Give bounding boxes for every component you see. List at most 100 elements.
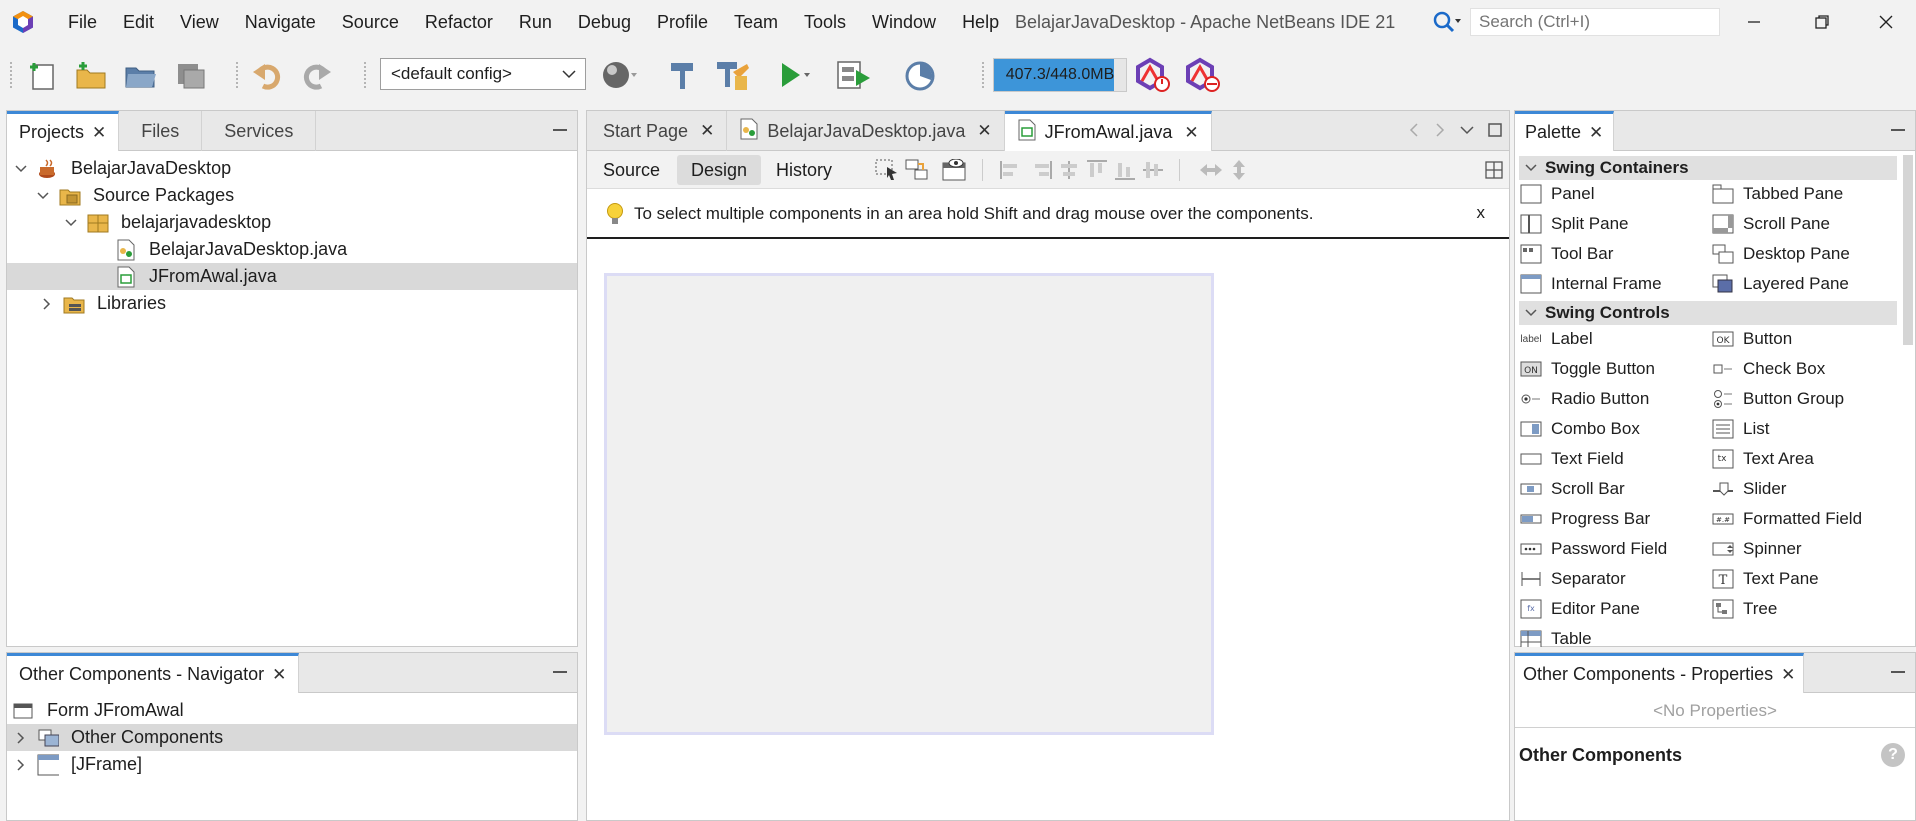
tree-item-file-belajarjavadesktop[interactable]: BelajarJavaDesktop.java [7,236,577,263]
menu-refactor[interactable]: Refactor [412,0,506,44]
palette-item-progress-bar[interactable]: Progress Bar [1519,505,1650,533]
minimize-panel-button[interactable] [553,129,567,131]
view-source-button[interactable]: Source [589,155,674,185]
chevron-down-icon[interactable] [1459,121,1475,139]
menu-file[interactable]: File [55,0,110,44]
palette-item-toggle-button[interactable]: ON Toggle Button [1519,355,1655,383]
close-icon[interactable]: ✕ [700,121,714,141]
scroll-left-icon[interactable] [1407,121,1421,139]
open-project-button[interactable] [122,56,160,94]
chevron-right-icon[interactable] [41,297,53,310]
palette-item-table[interactable]: Table [1519,625,1592,647]
tab-services[interactable]: Services [202,111,317,151]
tree-item-other-components[interactable]: Other Components [7,724,577,751]
tree-item-project[interactable]: BelajarJavaDesktop [7,155,577,182]
palette-item-list[interactable]: List [1711,415,1769,443]
tab-navigator[interactable]: Other Components - Navigator ✕ [7,653,300,693]
run-project-button[interactable] [774,56,812,94]
menu-help[interactable]: Help [949,0,1012,44]
new-project-button[interactable] [72,56,110,94]
tab-palette[interactable]: Palette ✕ [1515,111,1615,151]
view-design-button[interactable]: Design [677,155,762,185]
align-top-icon[interactable] [1085,159,1109,181]
minimize-window-button[interactable] [1724,0,1784,44]
palette-item-internal-frame[interactable]: Internal Frame [1519,270,1662,298]
close-icon[interactable]: ✕ [1589,123,1603,143]
toggle-grid-icon[interactable] [1485,159,1503,181]
align-right-icon[interactable] [1029,159,1053,181]
tab-start-page[interactable]: Start Page ✕ [587,111,728,151]
palette-item-editor-pane[interactable]: fx Editor Pane [1519,595,1640,623]
search-input[interactable] [1470,8,1720,36]
minimize-panel-button[interactable] [553,671,567,673]
close-window-button[interactable] [1856,0,1916,44]
undo-button[interactable] [248,56,286,94]
menu-debug[interactable]: Debug [565,0,644,44]
palette-item-radio-button[interactable]: Radio Button [1519,385,1649,413]
tab-projects[interactable]: Projects ✕ [7,111,120,151]
tree-item-file-jfromawal[interactable]: JFromAwal.java [7,263,577,290]
menu-profile[interactable]: Profile [644,0,721,44]
hint-close-button[interactable]: x [1477,203,1486,223]
tab-properties[interactable]: Other Components - Properties ✕ [1515,653,1805,693]
menu-run[interactable]: Run [506,0,565,44]
palette-item-button[interactable]: OK Button [1711,325,1792,353]
menu-team[interactable]: Team [721,0,791,44]
set-project-browser-button[interactable] [600,56,638,94]
align-bottom-icon[interactable] [1113,159,1137,181]
palette-item-formatted-field[interactable]: #.# Formatted Field [1711,505,1862,533]
build-project-button[interactable] [664,56,702,94]
take-snapshot-button[interactable] [1184,56,1222,94]
profile-project-button[interactable] [904,56,942,94]
close-icon[interactable]: ✕ [272,665,286,685]
preview-design-icon[interactable] [942,159,966,181]
palette-item-slider[interactable]: Slider [1711,475,1786,503]
center-horizontally-icon[interactable] [1057,159,1081,181]
palette-category-swing-containers[interactable]: Swing Containers [1519,156,1897,180]
palette-item-text-field[interactable]: Text Field [1519,445,1624,473]
menu-navigate[interactable]: Navigate [232,0,329,44]
chevron-down-icon[interactable] [15,163,27,175]
tree-item-source-packages[interactable]: Source Packages [7,182,577,209]
palette-item-text-area[interactable]: tx Text Area [1711,445,1814,473]
minimize-panel-button[interactable] [1891,129,1905,131]
close-icon[interactable]: ✕ [1184,123,1198,143]
menu-tools[interactable]: Tools [791,0,859,44]
center-vertically-icon[interactable] [1141,159,1165,181]
tree-item-package[interactable]: belajarjavadesktop [7,209,577,236]
palette-item-scroll-pane[interactable]: Scroll Pane [1711,210,1830,238]
chevron-right-icon[interactable] [15,731,27,744]
palette-item-button-group[interactable]: Button Group [1711,385,1844,413]
minimize-panel-button[interactable] [1891,671,1905,673]
chevron-down-icon[interactable] [65,217,77,229]
palette-item-check-box[interactable]: Check Box [1711,355,1825,383]
close-icon[interactable]: ✕ [92,123,106,143]
profile-ide-button[interactable] [1134,56,1172,94]
palette-category-swing-controls[interactable]: Swing Controls [1519,301,1897,325]
selection-mode-icon[interactable] [875,159,899,181]
palette-item-desktop-pane[interactable]: Desktop Pane [1711,240,1850,268]
menu-edit[interactable]: Edit [110,0,167,44]
change-vertical-resizability-icon[interactable] [1227,159,1251,181]
palette-item-spinner[interactable]: Spinner [1711,535,1802,563]
menu-source[interactable]: Source [329,0,412,44]
scroll-right-icon[interactable] [1433,121,1447,139]
save-all-button[interactable] [172,56,210,94]
tree-item-jframe[interactable]: [JFrame] [7,751,577,778]
clean-build-button[interactable] [714,56,752,94]
debug-project-button[interactable] [836,56,874,94]
search-icon[interactable] [1432,10,1462,34]
config-select[interactable]: <default config> [380,58,586,90]
palette-item-layered-pane[interactable]: Layered Pane [1711,270,1849,298]
connection-mode-icon[interactable] [905,159,929,181]
help-icon[interactable]: ? [1881,743,1905,767]
tab-files[interactable]: Files [119,111,203,151]
palette-item-tool-bar[interactable]: Tool Bar [1519,240,1613,268]
menu-view[interactable]: View [167,0,232,44]
palette-item-tree[interactable]: Tree [1711,595,1777,623]
design-form-canvas[interactable] [604,273,1214,735]
chevron-down-icon[interactable] [37,190,49,202]
palette-item-split-pane[interactable]: Split Pane [1519,210,1629,238]
palette-item-tabbed-pane[interactable]: Tabbed Pane [1711,180,1843,208]
tree-item-libraries[interactable]: Libraries [7,290,577,317]
